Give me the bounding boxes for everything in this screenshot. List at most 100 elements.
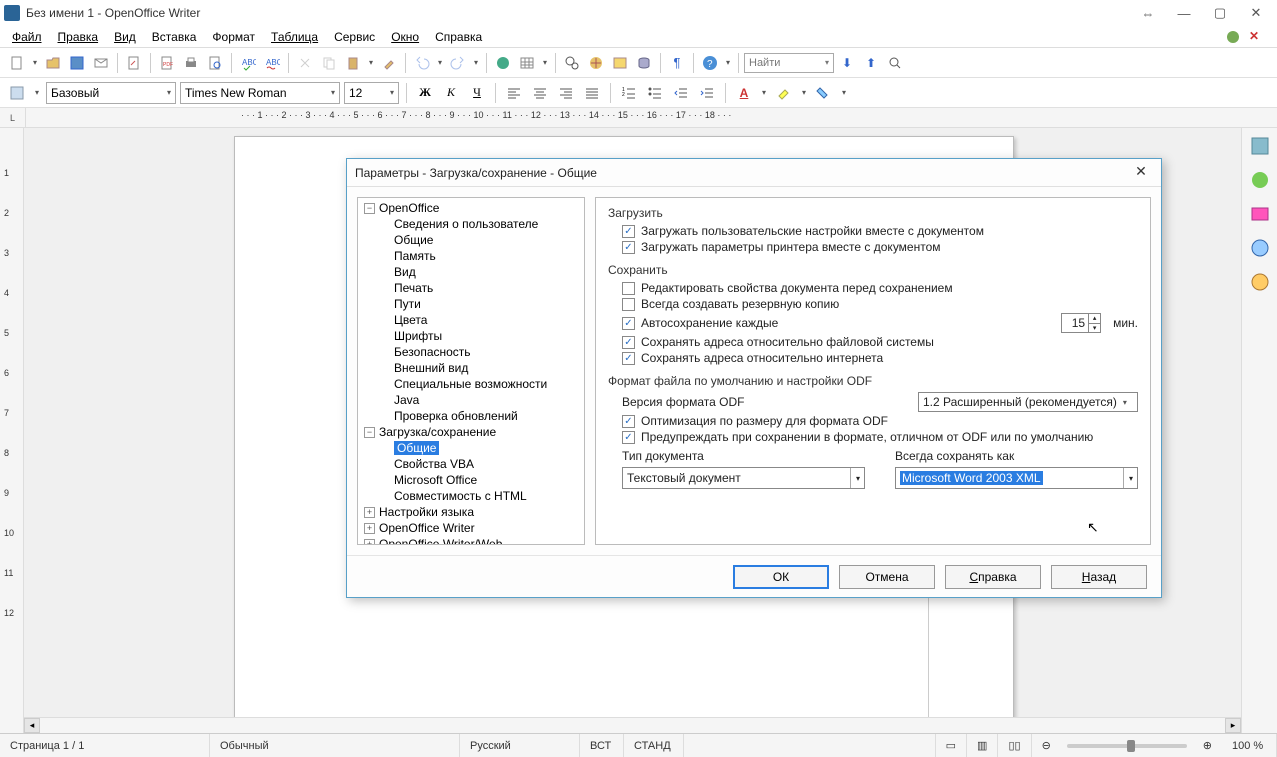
increase-indent-button[interactable]	[696, 82, 718, 104]
menu-file[interactable]: Файл	[4, 28, 50, 46]
tree-language[interactable]: +Настройки языка	[358, 504, 584, 520]
align-center-button[interactable]	[529, 82, 551, 104]
format-paintbrush-button[interactable]	[378, 52, 400, 74]
find-prev-button[interactable]: ⬆	[860, 52, 882, 74]
menu-view[interactable]: Вид	[106, 28, 144, 46]
font-size-combo[interactable]: 12▾	[344, 82, 399, 104]
table-button[interactable]	[516, 52, 538, 74]
chk-load-printer[interactable]	[622, 241, 635, 254]
menu-edit[interactable]: Правка	[50, 28, 107, 46]
styles-window-button[interactable]	[6, 82, 28, 104]
help-button[interactable]: Справка	[945, 565, 1041, 589]
close-doc-icon[interactable]: ✕	[1249, 29, 1265, 45]
font-color-button[interactable]: A	[733, 82, 755, 104]
italic-button[interactable]: К	[440, 82, 462, 104]
save-button[interactable]	[66, 52, 88, 74]
print-button[interactable]	[180, 52, 202, 74]
tree-paths[interactable]: Пути	[358, 296, 584, 312]
styles-dropdown-icon[interactable]: ▾	[32, 88, 42, 97]
tree-colors[interactable]: Цвета	[358, 312, 584, 328]
doc-type-combo[interactable]: Текстовый документ▾	[622, 467, 865, 489]
tree-appearance[interactable]: Внешний вид	[358, 360, 584, 376]
decrease-indent-button[interactable]	[670, 82, 692, 104]
new-doc-button[interactable]	[6, 52, 28, 74]
chk-backup[interactable]	[622, 298, 635, 311]
menu-help[interactable]: Справка	[427, 28, 490, 46]
chk-edit-props[interactable]	[622, 282, 635, 295]
undo-button[interactable]	[411, 52, 433, 74]
update-icon[interactable]	[1225, 29, 1241, 45]
sidebar-gallery-icon[interactable]	[1248, 202, 1272, 226]
zoom-in-button[interactable]: ⊕	[1193, 734, 1222, 757]
always-save-combo[interactable]: Microsoft Word 2003 XML▾	[895, 467, 1138, 489]
tree-print[interactable]: Печать	[358, 280, 584, 296]
status-view-multi-icon[interactable]: ▥	[967, 734, 998, 757]
sidebar-styles-icon[interactable]	[1248, 168, 1272, 192]
email-button[interactable]	[90, 52, 112, 74]
copy-button[interactable]	[318, 52, 340, 74]
dialog-close-button[interactable]: ✕	[1129, 163, 1153, 183]
menu-window[interactable]: Окно	[383, 28, 427, 46]
highlight-button[interactable]	[773, 82, 795, 104]
ok-button[interactable]: ОК	[733, 565, 829, 589]
font-color-dropdown[interactable]: ▾	[759, 88, 769, 97]
paragraph-style-combo[interactable]: Базовый▾	[46, 82, 176, 104]
table-dropdown[interactable]: ▾	[540, 58, 550, 67]
help-dropdown[interactable]: ▾	[723, 58, 733, 67]
menu-insert[interactable]: Вставка	[144, 28, 205, 46]
back-button[interactable]: Назад	[1051, 565, 1147, 589]
status-view-book-icon[interactable]: ▯▯	[998, 734, 1031, 757]
new-doc-dropdown[interactable]: ▾	[30, 58, 40, 67]
horizontal-ruler[interactable]: · · · 1 · · · 2 · · · 3 · · · 4 · · · 5 …	[26, 108, 1277, 127]
paste-dropdown[interactable]: ▾	[366, 58, 376, 67]
find-input[interactable]: Найти▾	[744, 53, 834, 73]
paste-button[interactable]	[342, 52, 364, 74]
zoom-out-button[interactable]: ⊖	[1032, 734, 1061, 757]
tree-memory[interactable]: Память	[358, 248, 584, 264]
chk-rel-inet[interactable]	[622, 352, 635, 365]
tree-load-save[interactable]: −Загрузка/сохранение	[358, 424, 584, 440]
help-button[interactable]: ?	[699, 52, 721, 74]
font-name-combo[interactable]: Times New Roman▾	[180, 82, 340, 104]
highlight-dropdown[interactable]: ▾	[799, 88, 809, 97]
tree-fonts[interactable]: Шрифты	[358, 328, 584, 344]
sidebar-properties-icon[interactable]	[1248, 134, 1272, 158]
hyperlink-button[interactable]	[492, 52, 514, 74]
cut-button[interactable]	[294, 52, 316, 74]
numbered-list-button[interactable]: 12	[618, 82, 640, 104]
status-view-single-icon[interactable]: ▭	[936, 734, 967, 757]
status-selection-mode[interactable]: СТАНД	[624, 734, 684, 757]
cancel-button[interactable]: Отмена	[839, 565, 935, 589]
tree-updates[interactable]: Проверка обновлений	[358, 408, 584, 424]
undo-dropdown[interactable]: ▾	[435, 58, 445, 67]
status-insert-mode[interactable]: ВСТ	[580, 734, 624, 757]
pdf-export-button[interactable]: PDF	[156, 52, 178, 74]
zoom-percent[interactable]: 100 %	[1222, 734, 1277, 757]
tree-writer-web[interactable]: +OpenOffice Writer/Web	[358, 536, 584, 545]
status-language[interactable]: Русский	[460, 734, 580, 757]
tree-accessibility[interactable]: Специальные возможности	[358, 376, 584, 392]
align-justify-button[interactable]	[581, 82, 603, 104]
autosave-minutes-spin[interactable]: 15▴▾	[1061, 313, 1101, 333]
print-preview-button[interactable]	[204, 52, 226, 74]
edit-button[interactable]	[123, 52, 145, 74]
chk-warn-nonodf[interactable]	[622, 431, 635, 444]
align-right-button[interactable]	[555, 82, 577, 104]
status-style[interactable]: Обычный	[210, 734, 460, 757]
chk-rel-fs[interactable]	[622, 336, 635, 349]
bold-button[interactable]: Ж	[414, 82, 436, 104]
data-sources-button[interactable]	[633, 52, 655, 74]
navigator-button[interactable]	[585, 52, 607, 74]
menu-format[interactable]: Формат	[204, 28, 263, 46]
underline-button[interactable]: Ч	[466, 82, 488, 104]
resize-icon[interactable]: ⇔	[1131, 2, 1165, 24]
open-button[interactable]	[42, 52, 64, 74]
chk-optimize[interactable]	[622, 415, 635, 428]
horizontal-scrollbar[interactable]: ◂▸	[24, 717, 1241, 733]
maximize-button[interactable]: ▢	[1203, 2, 1237, 24]
find-all-button[interactable]	[884, 52, 906, 74]
align-left-button[interactable]	[503, 82, 525, 104]
minimize-button[interactable]: —	[1167, 2, 1201, 24]
tree-openoffice[interactable]: −OpenOffice	[358, 200, 584, 216]
redo-dropdown[interactable]: ▾	[471, 58, 481, 67]
